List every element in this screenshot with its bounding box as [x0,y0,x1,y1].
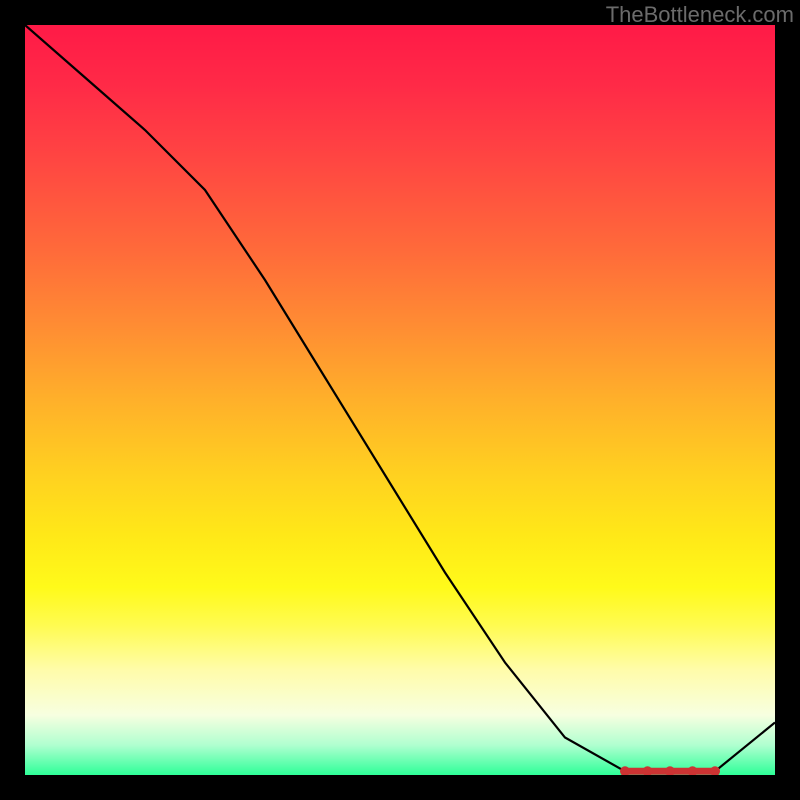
chart-overlay [25,25,775,775]
marker-point [665,766,675,775]
bottleneck-curve [25,25,775,771]
marker-point [643,766,653,775]
chart-container: TheBottleneck.com [0,0,800,800]
watermark-text: TheBottleneck.com [606,2,794,28]
marker-point [688,766,698,775]
marker-point [620,766,630,775]
marker-cluster [620,766,720,775]
